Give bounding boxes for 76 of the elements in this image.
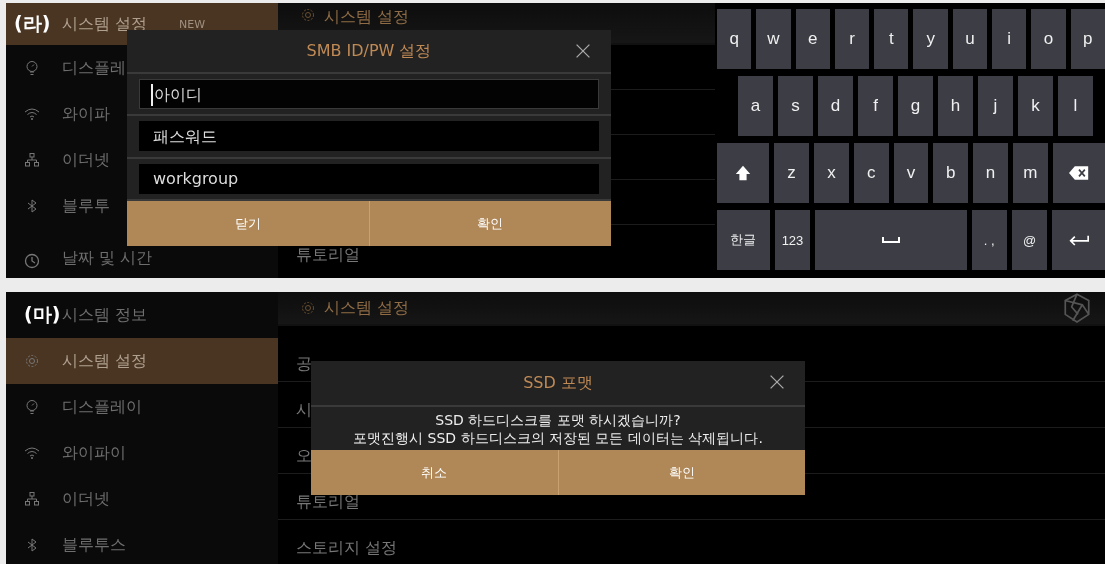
sidebar-item[interactable]: 시스템 정보	[62, 304, 148, 326]
sidebar-item[interactable]: 시스템 설정	[6, 338, 278, 384]
wifi-icon	[24, 445, 40, 461]
keyboard-key[interactable]: z	[774, 143, 809, 203]
network-icon	[24, 152, 40, 168]
network-icon	[24, 491, 40, 507]
sidebar-item[interactable]: 이더넷	[62, 149, 110, 171]
gear-icon	[24, 353, 40, 369]
keyboard-key[interactable]: p	[1070, 9, 1105, 69]
header-title: 시스템 설정	[324, 7, 410, 28]
settings-item[interactable]: 튜토리얼	[296, 492, 360, 513]
shift-key[interactable]	[717, 143, 770, 203]
dialog-title: SMB ID/PW 설정	[306, 40, 432, 62]
close-icon[interactable]	[575, 43, 591, 59]
dialog-message: SSD 하드디스크를 포맷 하시겠습니까?	[435, 410, 681, 429]
settings-item[interactable]: 스토리지 설정	[296, 538, 398, 559]
keyboard-key[interactable]: k	[1018, 76, 1053, 136]
keyboard-key[interactable]: @	[1011, 210, 1048, 270]
space-bar-icon	[880, 236, 901, 244]
dialog-title: SSD 포맷	[523, 372, 593, 394]
keyboard-key[interactable]: x	[814, 143, 849, 203]
settings-item[interactable]: 오	[296, 446, 312, 467]
input-field[interactable]: 아이디	[139, 79, 599, 110]
settings-item[interactable]: 튜토리얼	[296, 245, 360, 266]
keyboard-key[interactable]: 한글	[717, 210, 770, 270]
keyboard-key[interactable]: t	[874, 9, 909, 69]
gear-icon	[300, 7, 316, 23]
keyboard-key[interactable]: u	[952, 9, 988, 69]
keyboard-key[interactable]: a	[738, 76, 773, 136]
sidebar-item[interactable]: 블루투	[62, 195, 110, 217]
bulb-icon	[24, 60, 40, 76]
wifi-icon	[24, 106, 40, 122]
keyboard-key[interactable]: n	[973, 143, 1008, 203]
keyboard-key[interactable]: l	[1058, 76, 1093, 136]
keyboard-key[interactable]: c	[853, 143, 889, 203]
keyboard-key[interactable]: b	[933, 143, 969, 203]
header-title: 시스템 설정	[324, 297, 410, 319]
sidebar-item[interactable]: 날짜 및 시간	[62, 248, 153, 269]
keyboard-key[interactable]: v	[893, 143, 929, 203]
keyboard-key[interactable]: j	[978, 76, 1013, 136]
backspace-icon	[1068, 164, 1089, 182]
backspace-key[interactable]	[1052, 143, 1105, 203]
keyboard-key[interactable]: i	[992, 9, 1027, 69]
figure-label: (마)	[24, 302, 61, 327]
new-label: NEW	[179, 17, 206, 31]
keyboard-key[interactable]: h	[938, 76, 973, 136]
keyboard-key[interactable]: r	[834, 9, 870, 69]
keyboard-key[interactable]: q	[717, 9, 752, 69]
keyboard-key[interactable]: g	[898, 76, 933, 136]
gear-icon	[300, 300, 316, 316]
figure-label: (라)	[14, 11, 51, 36]
sidebar-item[interactable]: 와이파이	[62, 442, 126, 464]
settings-item[interactable]: 공	[296, 354, 312, 375]
hexagon-logo-icon	[1061, 292, 1093, 324]
keyboard-key[interactable]: y	[913, 9, 948, 69]
input-field[interactable]: 패스워드	[139, 121, 599, 152]
keyboard-key[interactable]: e	[795, 9, 830, 69]
sidebar-item[interactable]: 이더넷	[62, 488, 110, 510]
keyboard-key[interactable]: o	[1031, 9, 1066, 69]
sidebar-item[interactable]: 디스플레이	[62, 396, 142, 418]
close-icon[interactable]	[769, 374, 785, 390]
sidebar-item[interactable]: 블루투스	[62, 534, 126, 556]
settings-item[interactable]: 시	[296, 400, 312, 421]
dialog-message: 포맷진행시 SSD 하드디스크의 저장된 모든 데이터는 삭제됩니다.	[353, 428, 763, 447]
keyboard-key[interactable]: d	[818, 76, 853, 136]
sidebar-item[interactable]: 디스플레	[62, 57, 126, 79]
sidebar-item[interactable]: 와이파	[62, 103, 110, 125]
keyboard-key[interactable]: s	[778, 76, 813, 136]
keyboard-key[interactable]: . ,	[971, 210, 1007, 270]
keyboard-key[interactable]: w	[756, 9, 791, 69]
bulb-icon	[24, 399, 40, 415]
clock-icon	[24, 253, 40, 269]
keyboard-key[interactable]: 123	[774, 210, 811, 270]
keyboard-key[interactable]: f	[858, 76, 893, 136]
keyboard-key[interactable]: m	[1013, 143, 1048, 203]
input-field[interactable]: workgroup	[139, 163, 599, 194]
